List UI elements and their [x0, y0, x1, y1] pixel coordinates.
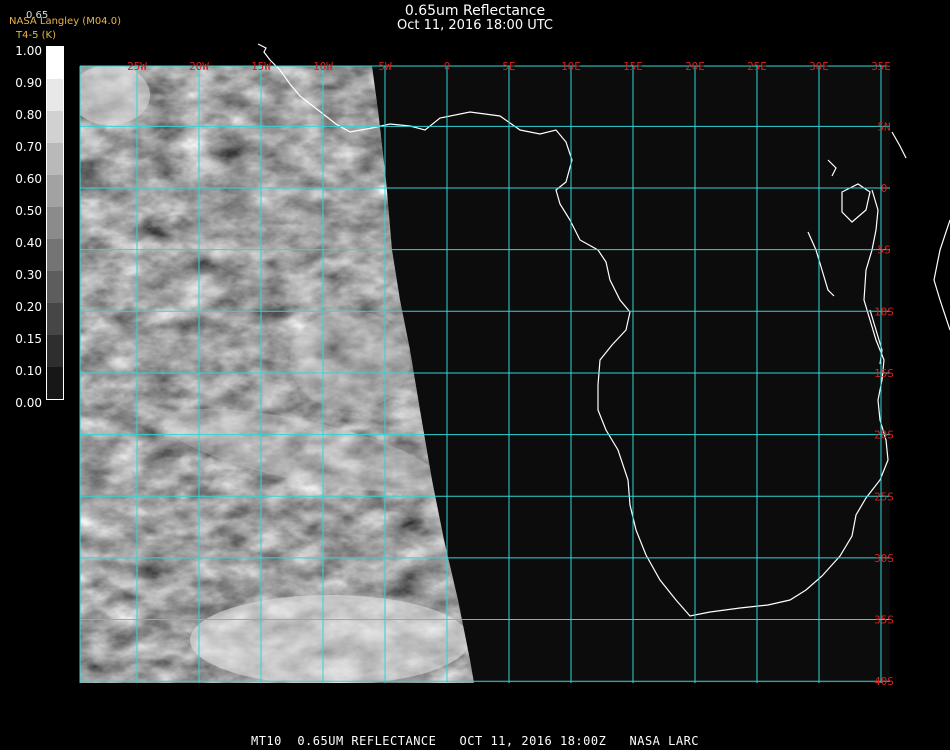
colorbar-segment	[47, 175, 63, 207]
colorbar-tick-label: 0.20	[15, 300, 42, 314]
map-title: 0.65um Reflectance	[404, 3, 546, 19]
longitude-label: 15W	[251, 60, 271, 73]
longitude-label: 10W	[313, 60, 333, 73]
colorbar-segment	[47, 271, 63, 303]
units-label: T4-5 (K)	[16, 30, 56, 41]
longitude-label: 20E	[685, 60, 705, 73]
colorbar-tick-label: 0.40	[15, 236, 42, 250]
colorbar-tick-label: 0.30	[15, 268, 42, 282]
footer-caption: MT10 0.65UM REFLECTANCE OCT 11, 2016 18:…	[250, 734, 700, 748]
colorbar-tick-label: 0.10	[15, 364, 42, 378]
lake-turkana	[891, 131, 907, 159]
longitude-label: 10E	[561, 60, 581, 73]
latitude-label: 5S	[877, 244, 890, 257]
satellite-map: 25W 20W 15W 10W 5W 0 5E 10E 15E 20E 25E 30E 35E 5N 0 5S…	[79, 43, 950, 688]
colorbar-segment	[47, 143, 63, 175]
latitude-label: 5N	[877, 120, 890, 133]
latitude-label: 30S	[874, 552, 894, 565]
colorbar-segment	[47, 367, 63, 399]
latitude-label: 20S	[874, 429, 894, 442]
colorbar-tick-label: 0.00	[15, 396, 42, 410]
latitude-label: 25S	[874, 490, 894, 503]
longitude-label: 5W	[378, 60, 392, 73]
colorbar-tick-label: 0.60	[15, 172, 42, 186]
latitude-label: 40S	[874, 675, 894, 688]
colorbar-tick-label: 0.90	[15, 76, 42, 90]
colorbar-segment	[47, 335, 63, 367]
colorbar-segment	[47, 111, 63, 143]
longitude-label: 5E	[502, 60, 515, 73]
colorbar-segment	[47, 239, 63, 271]
longitude-label: 35E	[871, 60, 891, 73]
longitude-label: 30E	[809, 60, 829, 73]
colorbar-tick-label: 1.00	[15, 44, 42, 58]
producer-label: NASA Langley (M04.0)	[9, 16, 121, 27]
latitude-label: 10S	[874, 305, 894, 318]
colorbar-tick-label: 0.70	[15, 140, 42, 154]
colorbar-segment	[47, 303, 63, 335]
longitude-label: 25W	[127, 60, 147, 73]
latitude-label: 35S	[874, 614, 894, 627]
colorbar-tick-label: 0.15	[15, 332, 42, 346]
longitude-label: 0	[444, 60, 451, 73]
colorbar-segment	[47, 207, 63, 239]
map-datetime: Oct 11, 2016 18:00 UTC	[397, 18, 553, 33]
longitude-label: 25E	[747, 60, 767, 73]
colorbar-tick-label: 0.50	[15, 204, 42, 218]
longitude-label: 20W	[189, 60, 209, 73]
longitude-label: 15E	[623, 60, 643, 73]
colorbar-segment	[47, 47, 63, 79]
colorbar-segment	[47, 79, 63, 111]
latitude-label: 0	[881, 182, 888, 195]
colorbar-tick-label: 0.80	[15, 108, 42, 122]
latitude-label: 15S	[874, 367, 894, 380]
east-coast	[933, 219, 950, 331]
colorbar	[46, 46, 64, 400]
